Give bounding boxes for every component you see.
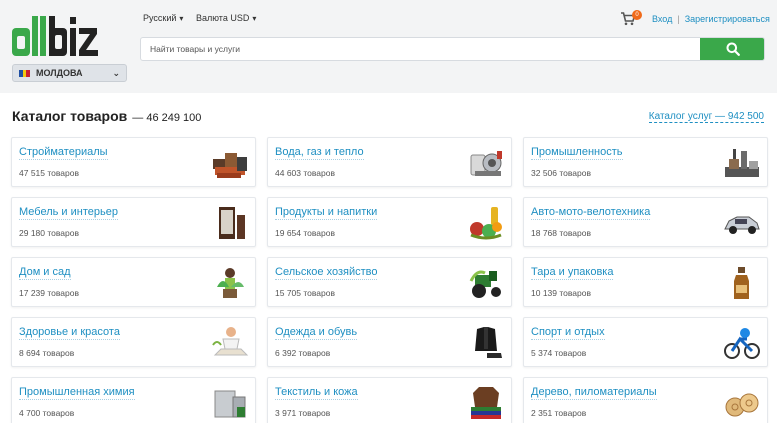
search-bar	[140, 37, 765, 61]
category-count: 18 768 товаров	[531, 228, 592, 238]
category-card[interactable]: Стройматериалы 47 515 товаров	[11, 137, 256, 187]
category-name[interactable]: Одежда и обувь	[275, 326, 358, 340]
category-card[interactable]: Продукты и напитки 19 654 товаров	[267, 197, 512, 247]
category-card[interactable]: Вода, газ и тепло 44 603 товаров	[267, 137, 512, 187]
language-selector[interactable]: Русский ▾	[143, 13, 183, 23]
moldova-flag-icon	[19, 69, 31, 77]
textile-leather-icon	[471, 387, 501, 419]
category-count: 47 515 товаров	[19, 168, 80, 178]
category-count: 6 392 товаров	[275, 348, 331, 358]
search-icon	[726, 42, 740, 56]
cart-count-badge: 0	[632, 10, 642, 20]
chemistry-icon	[214, 390, 246, 418]
category-name[interactable]: Спорт и отдых	[531, 326, 605, 340]
category-card[interactable]: Сельское хозяйство 15 705 товаров	[267, 257, 512, 307]
category-name[interactable]: Тара и упаковка	[531, 266, 614, 280]
category-name[interactable]: Продукты и напитки	[275, 206, 378, 220]
category-count: 19 654 товаров	[275, 228, 336, 238]
region-label: МОЛДОВА	[36, 68, 83, 78]
category-card[interactable]: Промышленность 32 506 товаров	[523, 137, 768, 187]
catalog-total-count: — 46 249 100	[132, 112, 202, 124]
category-name[interactable]: Промышленная химия	[19, 386, 135, 400]
chevron-down-icon: ▾	[252, 13, 257, 23]
register-link[interactable]: Зарегистрироваться	[685, 14, 770, 24]
login-link[interactable]: Вход	[652, 14, 672, 24]
category-count: 2 351 товаров	[531, 408, 587, 418]
food-drinks-icon	[470, 207, 502, 240]
category-count: 10 139 товаров	[531, 288, 592, 298]
furniture-icon	[219, 207, 245, 239]
cart-button[interactable]: 0	[620, 10, 642, 27]
category-name[interactable]: Здоровье и красота	[19, 326, 120, 340]
allbiz-logo[interactable]	[12, 14, 130, 58]
packaging-icon	[734, 267, 749, 299]
category-card[interactable]: Спорт и отдых 5 374 товаров	[523, 317, 768, 367]
category-count: 17 239 товаров	[19, 288, 80, 298]
site-header: МОЛДОВА ⌄ Русский ▾ Валюта USD ▾ 0 Вход …	[0, 0, 777, 93]
sport-icon	[724, 328, 760, 359]
home-garden-icon	[217, 268, 244, 298]
building-materials-icon	[213, 153, 247, 178]
search-button[interactable]	[700, 38, 764, 60]
catalog-heading: Каталог товаров — 46 249 100	[12, 108, 201, 124]
category-name[interactable]: Текстиль и кожа	[275, 386, 358, 400]
water-gas-heat-icon	[470, 151, 502, 176]
category-card[interactable]: Авто-мото-велотехника 18 768 товаров	[523, 197, 768, 247]
chevron-down-icon: ▾	[179, 13, 184, 23]
category-count: 5 374 товаров	[531, 348, 587, 358]
category-count: 29 180 товаров	[19, 228, 80, 238]
category-card[interactable]: Дом и сад 17 239 товаров	[11, 257, 256, 307]
category-card[interactable]: Промышленная химия 4 700 товаров	[11, 377, 256, 423]
health-beauty-icon	[212, 327, 249, 356]
category-card[interactable]: Дерево, пиломатериалы 2 351 товаров	[523, 377, 768, 423]
category-name[interactable]: Вода, газ и тепло	[275, 146, 364, 160]
category-count: 8 694 товаров	[19, 348, 75, 358]
category-name[interactable]: Стройматериалы	[19, 146, 108, 160]
currency-label: Валюта USD	[196, 13, 250, 23]
tractor-icon	[469, 270, 501, 298]
services-catalog-link[interactable]: Каталог услуг — 942 500	[648, 111, 764, 123]
category-card[interactable]: Мебель и интерьер 29 180 товаров	[11, 197, 256, 247]
category-name[interactable]: Авто-мото-велотехника	[531, 206, 651, 220]
category-name[interactable]: Мебель и интерьер	[19, 206, 118, 220]
category-card[interactable]: Текстиль и кожа 3 971 товаров	[267, 377, 512, 423]
page-title: Каталог товаров	[12, 108, 128, 124]
category-card[interactable]: Тара и упаковка 10 139 товаров	[523, 257, 768, 307]
lumber-icon	[725, 393, 759, 417]
category-name[interactable]: Дом и сад	[19, 266, 71, 280]
category-count: 4 700 товаров	[19, 408, 75, 418]
clothing-icon	[475, 327, 502, 358]
auth-links: Вход | Зарегистрироваться	[652, 14, 770, 24]
language-label: Русский	[143, 13, 177, 23]
category-card[interactable]: Здоровье и красота 8 694 товаров	[11, 317, 256, 367]
auth-separator: |	[677, 14, 680, 24]
search-input[interactable]	[141, 38, 701, 60]
currency-selector[interactable]: Валюта USD ▾	[196, 13, 256, 23]
industry-icon	[725, 149, 759, 177]
chevron-down-icon: ⌄	[112, 67, 120, 78]
category-count: 15 705 товаров	[275, 288, 336, 298]
category-count: 3 971 товаров	[275, 408, 331, 418]
car-icon	[724, 216, 760, 234]
category-name[interactable]: Промышленность	[531, 146, 623, 160]
category-count: 32 506 товаров	[531, 168, 592, 178]
category-card[interactable]: Одежда и обувь 6 392 товаров	[267, 317, 512, 367]
region-selector[interactable]: МОЛДОВА ⌄	[12, 64, 127, 82]
category-name[interactable]: Сельское хозяйство	[275, 266, 378, 280]
category-count: 44 603 товаров	[275, 168, 336, 178]
category-name[interactable]: Дерево, пиломатериалы	[531, 386, 657, 400]
